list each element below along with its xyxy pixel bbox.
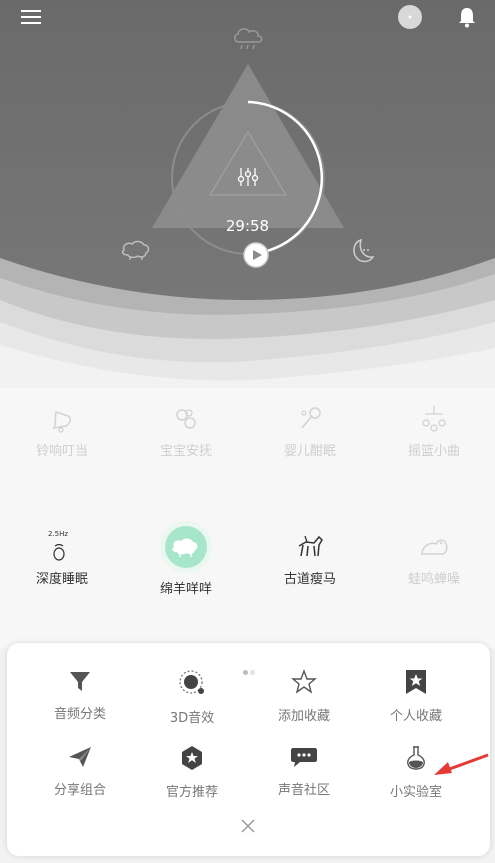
flask-icon — [407, 746, 425, 770]
sheep-icon[interactable] — [118, 238, 152, 262]
menu-item-my-favorites[interactable]: 个人收藏 — [356, 669, 476, 724]
timer-label: 29:58 — [225, 217, 270, 235]
sound-label: 深度睡眠 — [35, 572, 88, 587]
frequency-badge: 2.5Hz — [48, 530, 69, 538]
sound-item-pacifier[interactable]: 宝宝安抚 — [124, 404, 248, 459]
bookmark-star-icon — [406, 670, 426, 694]
sound-grid: 铃响叮当 宝宝安抚 婴儿酣眠 摇篮小曲 2.5Hz 深度睡眠 绵羊咩咩 古道瘦马… — [0, 388, 495, 648]
3d-sound-icon — [179, 670, 204, 694]
menu-item-add-favorite[interactable]: 添加收藏 — [244, 669, 364, 724]
sound-item-deep-sleep[interactable]: 2.5Hz 深度睡眠 — [0, 530, 124, 587]
menu-item-share-combo[interactable]: 分享组合 — [20, 745, 140, 798]
star-icon — [291, 669, 317, 694]
sound-label: 婴儿酣眠 — [283, 444, 336, 459]
sound-label: 古道瘦马 — [283, 572, 336, 587]
close-icon[interactable] — [239, 817, 257, 835]
horse-icon — [298, 535, 323, 557]
hero-background — [0, 0, 495, 390]
menu-item-audio-category[interactable]: 音频分类 — [20, 669, 140, 722]
rattle-icon — [301, 407, 321, 429]
sound-label: 蛙鸣蝉噪 — [407, 572, 460, 587]
paper-plane-icon — [69, 747, 91, 767]
sound-label: 铃响叮当 — [35, 444, 88, 459]
menu-item-official-picks[interactable]: 官方推荐 — [132, 745, 252, 800]
menu-label: 分享组合 — [53, 783, 106, 798]
frog-icon — [421, 539, 448, 555]
menu-label: 声音社区 — [277, 783, 330, 798]
sheep-icon — [160, 521, 212, 573]
red-arrow-annotation — [434, 753, 489, 775]
chat-icon — [291, 748, 317, 767]
filter-icon — [70, 672, 90, 691]
hamburger-icon[interactable] — [21, 9, 41, 25]
sound-item-rattle[interactable]: 婴儿酣眠 — [248, 404, 372, 459]
menu-label: 官方推荐 — [165, 785, 218, 800]
menu-item-3d-sound[interactable]: 3D音效 — [132, 669, 252, 726]
sliders-icon[interactable] — [237, 166, 259, 188]
sound-label: 宝宝安抚 — [159, 444, 212, 459]
menu-label: 个人收藏 — [389, 709, 442, 724]
sound-label: 绵羊咩咩 — [159, 582, 212, 597]
badge-star-icon — [182, 746, 202, 770]
avatar[interactable] — [397, 4, 423, 30]
sound-label: 摇篮小曲 — [407, 444, 460, 459]
action-sheet: 音频分类 3D音效 添加收藏 个人收藏 分享组合 官方推荐 声音社区 小实验室 — [7, 643, 490, 856]
menu-label: 3D音效 — [169, 711, 215, 726]
player-hero: 29:58 — [0, 0, 495, 390]
menu-item-sound-community[interactable]: 声音社区 — [244, 745, 364, 798]
mobile-icon — [422, 406, 446, 432]
moon-icon[interactable] — [347, 236, 377, 266]
pacifier-icon — [176, 409, 196, 429]
bell-icon — [52, 411, 71, 433]
sound-item-horse[interactable]: 古道瘦马 — [248, 532, 372, 587]
sound-item-frog[interactable]: 蛙鸣蝉噪 — [372, 532, 495, 587]
rain-cloud-icon[interactable] — [231, 25, 265, 53]
menu-label: 音频分类 — [53, 707, 106, 722]
brainwave-icon-wrap: 2.5Hz — [0, 530, 124, 562]
bell-icon[interactable] — [457, 6, 477, 28]
play-icon[interactable] — [243, 242, 269, 268]
sound-item-sheep[interactable]: 绵羊咩咩 — [124, 520, 248, 597]
sound-item-bell[interactable]: 铃响叮当 — [0, 404, 124, 459]
menu-label: 添加收藏 — [277, 709, 330, 724]
brainwave-icon — [53, 543, 65, 561]
sound-item-mobile[interactable]: 摇篮小曲 — [372, 404, 495, 459]
menu-label: 小实验室 — [389, 785, 442, 800]
